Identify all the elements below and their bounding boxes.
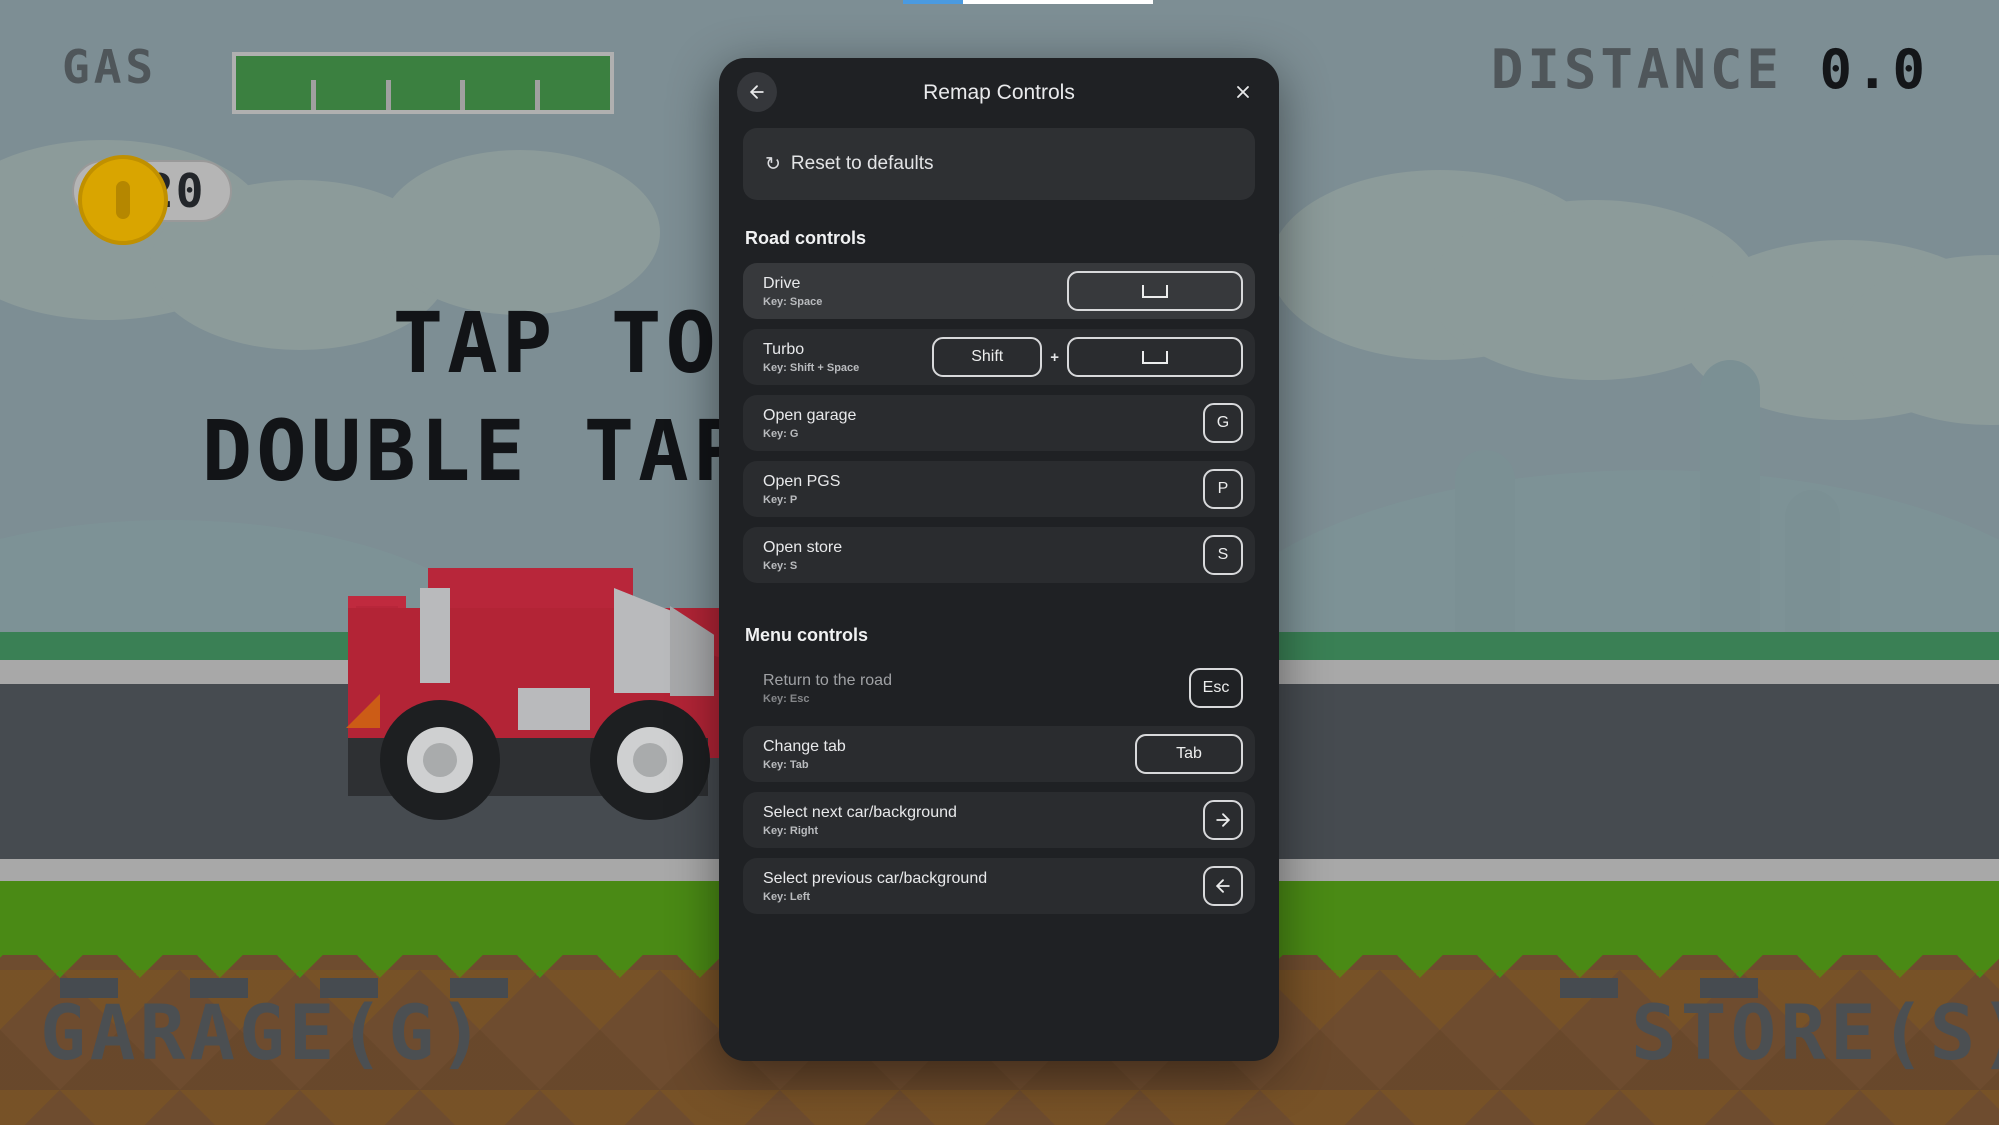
reset-to-defaults-label: Reset to defaults	[790, 153, 934, 174]
control-row[interactable]: Select next car/background Key: Right	[743, 792, 1255, 848]
keycap-label: S	[1217, 546, 1229, 563]
keycap-group: Tab	[1135, 734, 1243, 774]
control-row-key: Key: P	[763, 493, 798, 506]
control-row-name: Change tab	[763, 737, 846, 755]
control-row-labels: Drive Key: Space	[763, 275, 822, 308]
section-title: Menu controls	[745, 625, 869, 645]
control-row-key: Key: S	[763, 559, 798, 572]
control-row-name: Select next car/background	[763, 803, 957, 821]
keycap-label: Tab	[1176, 745, 1202, 762]
space-bar-icon	[1142, 284, 1168, 298]
control-row-key: Key: Shift + Space	[763, 361, 860, 374]
control-row[interactable]: Select previous car/background Key: Left	[743, 858, 1255, 914]
control-row[interactable]: Open PGS Key: P P	[743, 461, 1255, 517]
control-row-labels: Open PGS Key: P	[763, 473, 840, 506]
keycap-group	[1203, 800, 1243, 840]
arrow-left-icon	[750, 85, 764, 99]
keycap-label: Esc	[1202, 679, 1230, 696]
keycap-label: Shift	[971, 348, 1004, 365]
control-row[interactable]: Open store Key: S S	[743, 527, 1255, 583]
modal-overlay: Remap Controls ↻ Reset to defaults Road …	[0, 0, 1999, 1125]
remap-controls-dialog: Remap Controls ↻ Reset to defaults Road …	[719, 58, 1279, 1061]
control-row-labels: Select next car/background Key: Right	[763, 804, 957, 837]
control-row-key: Key: Tab	[763, 758, 809, 771]
control-sections: Road controls Drive Key: Space Turbo Key: Sh…	[743, 228, 1255, 914]
control-row-name: Open store	[763, 538, 843, 556]
keycap-group: G	[1203, 403, 1243, 443]
keycap-group	[1067, 271, 1243, 311]
dialog-header: Remap Controls	[719, 58, 1279, 128]
arrow-right-icon	[1216, 813, 1230, 827]
key-combo-separator: +	[1050, 348, 1059, 366]
keycap-label: G	[1216, 414, 1230, 431]
dialog-body: ↻ Reset to defaults Road controls Drive Ke…	[719, 128, 1279, 944]
keycap-group: Esc	[1189, 668, 1243, 708]
keycap-button[interactable]: Esc	[1189, 668, 1243, 708]
keycap-button[interactable]	[1067, 337, 1243, 377]
arrow-left-icon	[1216, 879, 1230, 893]
control-row-key: Key: Esc	[763, 692, 810, 705]
control-row-name: Open garage	[763, 406, 857, 424]
reset-to-defaults-button[interactable]: ↻ Reset to defaults	[743, 128, 1255, 200]
keycap-group: Shift +	[932, 337, 1243, 377]
close-icon	[1237, 86, 1249, 98]
control-row-name: Open PGS	[763, 472, 841, 490]
control-row-labels: Turbo Key: Shift + Space	[763, 341, 859, 374]
keycap-group: S	[1203, 535, 1243, 575]
control-row-name: Return to the road	[763, 671, 892, 689]
back-button[interactable]	[737, 72, 777, 112]
dialog-title: Remap Controls	[923, 81, 1075, 104]
control-row-key: Key: Right	[763, 824, 818, 837]
keycap-button[interactable]: Tab	[1135, 734, 1243, 774]
control-row-name: Drive	[763, 274, 801, 292]
refresh-icon: ↻	[765, 153, 781, 175]
keycap-group: P	[1203, 469, 1243, 509]
keycap-button[interactable]: S	[1203, 535, 1243, 575]
control-row-name: Select previous car/background	[763, 869, 988, 887]
close-button[interactable]	[1223, 72, 1263, 112]
keycap-button[interactable]	[1067, 271, 1243, 311]
section-title: Road controls	[745, 228, 867, 248]
control-row-labels: Open garage Key: G	[763, 407, 856, 440]
control-row[interactable]: Drive Key: Space	[743, 263, 1255, 319]
control-row-labels: Select previous car/background Key: Left	[763, 870, 987, 903]
control-row-labels: Return to the road Key: Esc	[763, 672, 892, 705]
keycap-button[interactable]	[1203, 866, 1243, 906]
space-bar-icon	[1142, 350, 1168, 364]
keycap-button[interactable]	[1203, 800, 1243, 840]
keycap-button[interactable]: Shift	[932, 337, 1043, 377]
control-row-labels: Change tab Key: Tab	[763, 738, 846, 771]
control-row-key: Key: Left	[763, 890, 811, 903]
control-row-labels: Open store Key: S	[763, 539, 842, 572]
keycap-group	[1203, 866, 1243, 906]
control-row[interactable]: Change tab Key: Tab Tab	[743, 726, 1255, 782]
keycap-button[interactable]: G	[1203, 403, 1243, 443]
keycap-button[interactable]: P	[1203, 469, 1243, 509]
control-row-key: Key: Space	[763, 295, 823, 308]
control-row-name: Turbo	[763, 340, 805, 358]
app-root: GAS 20 DISTANCE 0.0 TAP TO DRIVE DOUBLE …	[0, 0, 1999, 1125]
control-row[interactable]: Turbo Key: Shift + Space Shift +	[743, 329, 1255, 385]
control-row[interactable]: Return to the road Key: Esc Esc	[743, 660, 1255, 716]
keycap-label: P	[1217, 480, 1229, 497]
control-row-key: Key: G	[763, 427, 799, 440]
control-row[interactable]: Open garage Key: G G	[743, 395, 1255, 451]
